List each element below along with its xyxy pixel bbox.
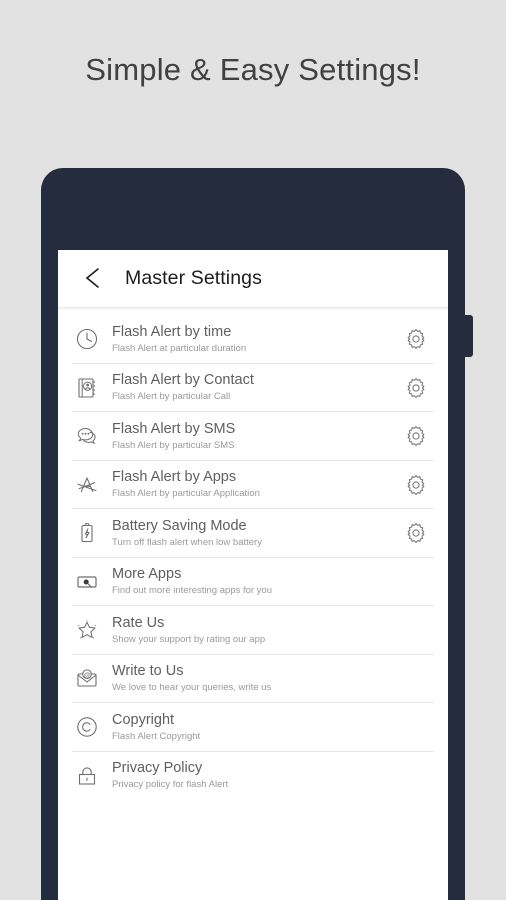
list-item[interactable]: @ Write to Us We love to hear your queri… bbox=[58, 655, 448, 703]
list-item[interactable]: More Apps Find out more interesting apps… bbox=[58, 558, 448, 606]
copyright-icon bbox=[72, 712, 102, 742]
clock-icon bbox=[72, 324, 102, 354]
star-icon bbox=[72, 615, 102, 645]
list-item-title: Rate Us bbox=[112, 614, 165, 631]
app-store-icon bbox=[72, 470, 102, 500]
list-item-title: Flash Alert by Contact bbox=[112, 372, 254, 389]
list-item-text: More Apps Find out more interesting apps… bbox=[112, 566, 402, 597]
list-item-text: Flash Alert by SMS Flash Alert by partic… bbox=[112, 421, 402, 452]
phone-side-button[interactable] bbox=[465, 315, 473, 357]
gear-icon[interactable] bbox=[402, 374, 430, 402]
list-item-title: Flash Alert by Apps bbox=[112, 469, 237, 486]
list-item-text: Flash Alert by Apps Flash Alert by parti… bbox=[112, 469, 402, 500]
list-item[interactable]: Flash Alert by SMS Flash Alert by partic… bbox=[58, 412, 448, 461]
list-item-title: Write to Us bbox=[112, 663, 184, 680]
list-item-subtitle: Flash Alert by particular SMS bbox=[112, 439, 235, 451]
chevron-left-icon bbox=[83, 266, 103, 290]
list-item-title: Privacy Policy bbox=[112, 760, 203, 777]
svg-text:@: @ bbox=[84, 672, 91, 679]
list-item-title: Battery Saving Mode bbox=[112, 517, 247, 534]
list-item[interactable]: Copyright Flash Alert Copyright bbox=[58, 703, 448, 752]
list-item-subtitle: Find out more interesting apps for you bbox=[112, 585, 273, 597]
list-item-title: Flash Alert by time bbox=[112, 323, 232, 340]
list-item-title: Copyright bbox=[112, 711, 175, 728]
gear-icon[interactable] bbox=[402, 325, 430, 353]
list-item-text: Rate Us Show your support by rating our … bbox=[112, 615, 402, 646]
app-bar-title: Master Settings bbox=[125, 266, 262, 289]
list-item[interactable]: Rate Us Show your support by rating our … bbox=[58, 606, 448, 655]
page-title: Simple & Easy Settings! bbox=[85, 52, 421, 87]
list-item-subtitle: Privacy policy for flash Alert bbox=[112, 779, 229, 791]
list-item[interactable]: Privacy Policy Privacy policy for flash … bbox=[58, 752, 448, 801]
contact-book-icon bbox=[72, 373, 102, 403]
phone-screen: Master Settings Flash Alert by time Flas… bbox=[58, 250, 448, 900]
chat-bubbles-icon bbox=[72, 421, 102, 451]
gear-icon[interactable] bbox=[402, 422, 430, 450]
list-item[interactable]: Battery Saving Mode Turn off flash alert… bbox=[58, 509, 448, 558]
gear-icon[interactable] bbox=[402, 519, 430, 547]
list-item-subtitle: Flash Alert by particular Call bbox=[112, 391, 231, 403]
battery-bolt-icon bbox=[72, 518, 102, 548]
list-item-title: More Apps bbox=[112, 566, 182, 583]
list-item-subtitle: Flash Alert by particular Application bbox=[112, 488, 260, 500]
lock-icon bbox=[72, 761, 102, 791]
list-item-title: Flash Alert by SMS bbox=[112, 420, 236, 437]
list-item-text: Write to Us We love to hear your queries… bbox=[112, 663, 402, 694]
list-item[interactable]: Flash Alert by Contact Flash Alert by pa… bbox=[58, 364, 448, 412]
back-button[interactable] bbox=[76, 261, 110, 295]
list-item-text: Battery Saving Mode Turn off flash alert… bbox=[112, 518, 402, 549]
list-item-subtitle: Flash Alert Copyright bbox=[112, 730, 201, 742]
list-item-subtitle: Show your support by rating our app bbox=[112, 633, 266, 645]
more-apps-search-icon bbox=[72, 567, 102, 597]
list-item-subtitle: We love to hear your queries, write us bbox=[112, 682, 272, 694]
list-item-subtitle: Turn off flash alert when low battery bbox=[112, 536, 262, 548]
gear-icon[interactable] bbox=[402, 471, 430, 499]
envelope-at-icon: @ bbox=[72, 664, 102, 694]
list-item-text: Flash Alert by Contact Flash Alert by pa… bbox=[112, 372, 402, 403]
settings-list: Flash Alert by time Flash Alert at parti… bbox=[58, 311, 448, 800]
list-item[interactable]: Flash Alert by Apps Flash Alert by parti… bbox=[58, 461, 448, 509]
app-bar: Master Settings bbox=[58, 250, 448, 307]
list-item-text: Flash Alert by time Flash Alert at parti… bbox=[112, 324, 402, 355]
list-item[interactable]: Flash Alert by time Flash Alert at parti… bbox=[58, 315, 448, 364]
list-item-text: Privacy Policy Privacy policy for flash … bbox=[112, 760, 402, 791]
list-item-subtitle: Flash Alert at particular duration bbox=[112, 342, 247, 354]
list-item-text: Copyright Flash Alert Copyright bbox=[112, 712, 402, 743]
